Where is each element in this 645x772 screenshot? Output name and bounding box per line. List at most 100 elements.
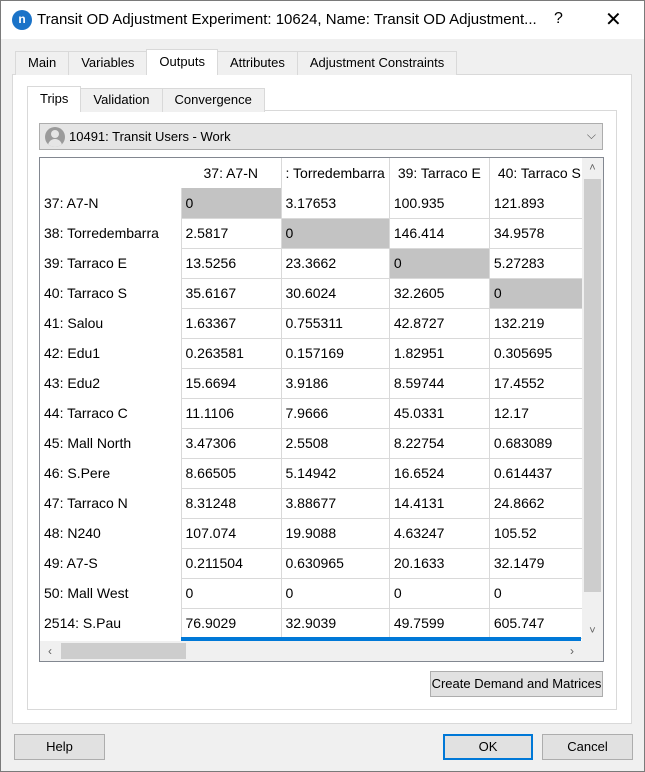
matrix-cell[interactable]: 30.6024 [280, 277, 390, 309]
help-icon[interactable]: ? [554, 10, 563, 28]
matrix-cell[interactable]: 0 [180, 188, 282, 219]
tab-attributes[interactable]: Attributes [216, 51, 298, 75]
matrix-cell[interactable]: 100.935 [388, 188, 490, 219]
matrix-cell[interactable]: 3.17653 [280, 188, 390, 219]
matrix-cell[interactable]: 23.3662 [280, 247, 390, 279]
matrix-cell[interactable]: 3.9186 [280, 367, 390, 399]
matrix-cell[interactable]: 14.4131 [388, 487, 490, 519]
ok-button[interactable]: OK [443, 734, 533, 760]
matrix-cell[interactable]: 13.5256 [180, 247, 282, 279]
matrix-cell[interactable]: 1.63367 [180, 307, 282, 339]
matrix-cell[interactable]: 35.6167 [180, 277, 282, 309]
matrix-cell[interactable]: 17.4552 [488, 367, 590, 399]
row-header[interactable]: 39: Tarraco E [40, 248, 181, 278]
row-header[interactable]: 41: Salou [40, 308, 181, 338]
matrix-cell[interactable]: 32.2605 [388, 277, 490, 309]
od-matrix-grid[interactable]: 37: A7-N: Torredembarra 39: Tarraco E 40: … [39, 157, 604, 662]
matrix-cell[interactable]: 76.9029 [180, 607, 282, 639]
subtab-trips[interactable]: Trips [27, 86, 82, 112]
matrix-cell[interactable]: 107.074 [180, 517, 282, 549]
matrix-cell[interactable]: 8.59744 [388, 367, 490, 399]
matrix-cell[interactable]: 8.66505 [180, 457, 282, 489]
matrix-cell[interactable]: 0.614437 [488, 457, 590, 489]
row-header[interactable]: 43: Edu2 [40, 368, 181, 398]
vertical-scroll-thumb[interactable] [584, 179, 601, 592]
matrix-cell[interactable]: 1.82951 [388, 337, 490, 369]
matrix-cell[interactable]: 0.263581 [180, 337, 282, 369]
matrix-cell[interactable]: 8.31248 [180, 487, 282, 519]
tab-outputs[interactable]: Outputs [146, 49, 218, 75]
matrix-cell[interactable]: 42.8727 [388, 307, 490, 339]
matrix-cell[interactable]: 32.1479 [488, 547, 590, 579]
row-header[interactable]: 50: Mall West [40, 578, 181, 608]
scroll-up-icon[interactable]: ˄ [582, 158, 603, 178]
row-header[interactable]: 44: Tarraco C [40, 398, 181, 428]
row-header[interactable]: 46: S.Pere [40, 458, 181, 488]
matrix-cell[interactable]: 0 [388, 577, 490, 609]
row-header[interactable]: 47: Tarraco N [40, 488, 181, 518]
matrix-cell[interactable]: 0 [280, 217, 390, 249]
matrix-cell[interactable]: 0.157169 [280, 337, 390, 369]
matrix-cell[interactable]: 0.683089 [488, 427, 590, 459]
row-header[interactable]: 38: Torredembarra [40, 218, 181, 248]
row-header[interactable]: 48: N240 [40, 518, 181, 548]
matrix-cell[interactable]: 0 [488, 277, 590, 309]
matrix-cell[interactable]: 146.414 [388, 217, 490, 249]
matrix-cell[interactable]: 5.27283 [488, 247, 590, 279]
matrix-cell[interactable]: 16.6524 [388, 457, 490, 489]
matrix-cell[interactable]: 0.755311 [280, 307, 390, 339]
scroll-right-icon[interactable]: › [562, 641, 582, 661]
matrix-cell[interactable]: 19.9088 [280, 517, 390, 549]
row-header[interactable]: 42: Edu1 [40, 338, 181, 368]
matrix-cell[interactable]: 121.893 [488, 188, 590, 219]
matrix-cell[interactable]: 605.747 [488, 607, 590, 639]
matrix-cell[interactable]: 0 [488, 577, 590, 609]
close-icon[interactable]: ✕ [605, 7, 622, 32]
vertical-scrollbar[interactable]: ˄ ˅ [582, 158, 603, 643]
matrix-cell[interactable]: 7.9666 [280, 397, 390, 429]
help-button[interactable]: Help [14, 734, 105, 760]
matrix-cell[interactable]: 132.219 [488, 307, 590, 339]
matrix-cell[interactable]: 4.63247 [388, 517, 490, 549]
subtab-validation[interactable]: Validation [80, 88, 163, 112]
column-header[interactable]: 39: Tarraco E [389, 158, 490, 188]
matrix-cell[interactable]: 12.17 [488, 397, 590, 429]
matrix-cell[interactable]: 45.0331 [388, 397, 490, 429]
tab-variables[interactable]: Variables [68, 51, 148, 75]
matrix-cell[interactable]: 105.52 [488, 517, 590, 549]
matrix-selector-dropdown[interactable]: 10491: Transit Users - Work ⌵ [39, 123, 603, 150]
scroll-left-icon[interactable]: ‹ [40, 641, 60, 661]
column-header[interactable]: 40: Tarraco S [489, 158, 590, 188]
matrix-cell[interactable]: 32.9039 [280, 607, 390, 639]
matrix-cell[interactable]: 0 [180, 577, 282, 609]
create-demand-and-matrices-button[interactable]: Create Demand and Matrices [430, 671, 603, 697]
row-header[interactable]: 45: Mall North [40, 428, 181, 458]
row-header[interactable]: 40: Tarraco S [40, 278, 181, 308]
matrix-cell[interactable]: 3.47306 [180, 427, 282, 459]
matrix-cell[interactable]: 0 [280, 577, 390, 609]
row-header[interactable]: 49: A7-S [40, 548, 181, 578]
matrix-cell[interactable]: 20.1633 [388, 547, 490, 579]
matrix-cell[interactable]: 8.22754 [388, 427, 490, 459]
matrix-cell[interactable]: 11.1106 [180, 397, 282, 429]
matrix-cell[interactable]: 0.630965 [280, 547, 390, 579]
matrix-cell[interactable]: 2.5817 [180, 217, 282, 249]
horizontal-scroll-thumb[interactable] [61, 643, 186, 659]
matrix-cell[interactable]: 0.211504 [180, 547, 282, 579]
matrix-cell[interactable]: 15.6694 [180, 367, 282, 399]
column-header[interactable]: 37: A7-N [181, 158, 282, 188]
subtab-convergence[interactable]: Convergence [161, 88, 265, 112]
row-header[interactable]: 2514: S.Pau [40, 608, 181, 638]
horizontal-scrollbar[interactable]: ‹ › [40, 641, 582, 661]
column-header[interactable]: : Torredembarra [281, 158, 390, 188]
matrix-cell[interactable]: 0 [388, 247, 490, 279]
matrix-cell[interactable]: 5.14942 [280, 457, 390, 489]
matrix-cell[interactable]: 49.7599 [388, 607, 490, 639]
matrix-cell[interactable]: 3.88677 [280, 487, 390, 519]
matrix-cell[interactable]: 0.305695 [488, 337, 590, 369]
row-header[interactable]: 37: A7-N [40, 188, 181, 218]
matrix-cell[interactable]: 2.5508 [280, 427, 390, 459]
scroll-down-icon[interactable]: ˅ [582, 621, 603, 641]
tab-adjustment-constraints[interactable]: Adjustment Constraints [296, 51, 458, 75]
matrix-cell[interactable]: 24.8662 [488, 487, 590, 519]
